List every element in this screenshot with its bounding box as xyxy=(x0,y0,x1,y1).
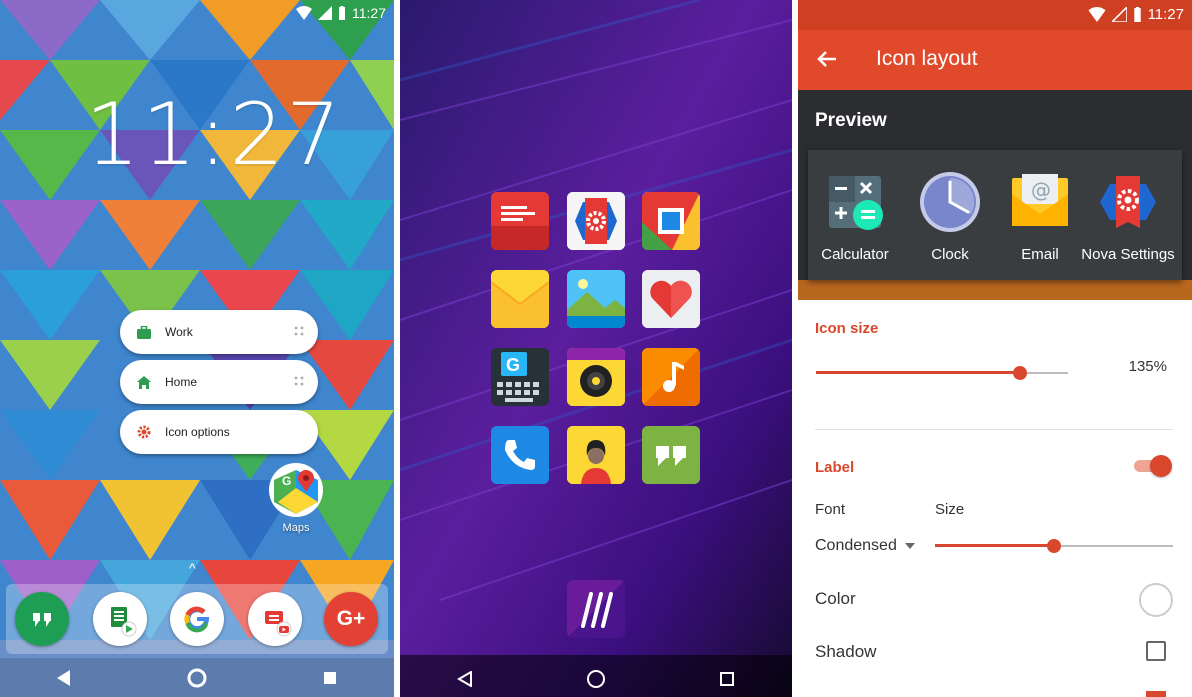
recents-icon[interactable] xyxy=(323,671,337,685)
dropdown-arrow-icon xyxy=(904,543,915,549)
wifi-icon xyxy=(1087,7,1106,22)
preview-app-label: Clock xyxy=(931,246,969,263)
status-time: 11:27 xyxy=(352,5,386,21)
label-size-slider-thumb[interactable] xyxy=(1047,539,1061,553)
gboard-app-icon[interactable]: G xyxy=(491,348,549,406)
home-icon xyxy=(135,373,153,391)
icon-pack-screen: G xyxy=(400,0,792,697)
nav-bar xyxy=(0,658,394,697)
shortcut-label: Home xyxy=(165,375,198,389)
home-screen: 11:27 11:27 Work Home Icon options G Map… xyxy=(0,0,394,697)
home-nav-icon[interactable] xyxy=(586,669,606,689)
divider xyxy=(815,429,1173,430)
home-nav-icon[interactable] xyxy=(186,667,208,689)
chrome-app-icon[interactable] xyxy=(642,192,700,250)
shortcut-label: Icon options xyxy=(165,425,230,439)
back-arrow-icon[interactable] xyxy=(816,48,838,70)
wifi-icon xyxy=(296,6,312,20)
page-title: Icon layout xyxy=(876,47,978,70)
maps-label: Maps xyxy=(282,522,310,534)
files-app-icon[interactable] xyxy=(491,192,549,250)
hangouts-app-icon[interactable] xyxy=(642,426,700,484)
gear-icon xyxy=(135,423,153,441)
next-row-checkbox-partial[interactable] xyxy=(1146,691,1166,697)
briefcase-icon xyxy=(135,323,153,341)
drag-handle-icon[interactable] xyxy=(294,376,304,386)
font-dropdown-value: Condensed xyxy=(815,537,897,554)
icon-size-value: 135% xyxy=(1128,358,1167,375)
preview-title: Preview xyxy=(815,110,887,131)
gallery-app-icon[interactable] xyxy=(567,270,625,328)
shortcut-icon-options[interactable]: Icon options xyxy=(120,410,318,454)
recents-icon[interactable] xyxy=(719,671,735,687)
hangouts-icon[interactable] xyxy=(15,592,69,646)
svg-text:G: G xyxy=(282,474,291,488)
app-drawer-arrow-icon[interactable]: ^ xyxy=(189,560,196,576)
status-time: 11:27 xyxy=(1147,6,1184,23)
shadow-label: Shadow xyxy=(815,642,877,661)
preview-card: Calculator Clock @ Email Nova Settings xyxy=(808,150,1182,280)
shortcut-work[interactable]: Work xyxy=(120,310,318,354)
calculator-icon xyxy=(829,176,883,230)
nova-settings-app-icon[interactable] xyxy=(567,192,625,250)
drag-handle-icon[interactable] xyxy=(294,326,304,336)
google-icon[interactable] xyxy=(170,592,224,646)
battery-icon xyxy=(1133,7,1141,22)
color-label: Color xyxy=(815,589,856,608)
health-app-icon[interactable] xyxy=(642,270,700,328)
back-icon[interactable] xyxy=(456,670,473,687)
music-app-icon[interactable] xyxy=(642,348,700,406)
email-app-icon[interactable] xyxy=(491,270,549,328)
preview-panel: Preview Calculator Clock @ Email Nova Se… xyxy=(798,90,1192,300)
battery-icon xyxy=(339,6,345,20)
contacts-app-icon[interactable] xyxy=(567,426,625,484)
app-bar: Icon layout xyxy=(798,30,1192,90)
camera-app-icon[interactable] xyxy=(567,348,625,406)
cell-signal-icon xyxy=(318,6,332,20)
nav-bar xyxy=(400,660,792,697)
icon-size-slider-thumb[interactable] xyxy=(1013,366,1027,380)
preview-wallpaper-strip xyxy=(798,280,1192,300)
label-section-title: Label xyxy=(815,459,855,476)
preview-app-label: Email xyxy=(1021,246,1059,263)
svg-text:G: G xyxy=(506,355,520,375)
label-size-fill xyxy=(935,544,1054,547)
google-plus-icon[interactable]: G+ xyxy=(324,592,378,646)
icon-size-fill xyxy=(816,371,1020,374)
icon-layout-settings: 11:27 Icon layout Preview Calculator Clo… xyxy=(798,0,1192,697)
cell-signal-icon xyxy=(1111,7,1127,22)
label-toggle-thumb[interactable] xyxy=(1150,455,1172,477)
font-label: Font xyxy=(815,501,846,518)
email-icon: @ xyxy=(1012,174,1068,226)
status-bar: 11:27 xyxy=(296,0,394,26)
shortcut-home[interactable]: Home xyxy=(120,360,318,404)
shortcut-label: Work xyxy=(165,325,193,339)
color-swatch[interactable] xyxy=(1139,583,1173,617)
phone-app-icon[interactable] xyxy=(491,426,549,484)
clock-widget[interactable]: 11:27 xyxy=(85,85,343,185)
status-bar: 11:27 xyxy=(798,0,1192,30)
youtube-creator-icon[interactable] xyxy=(248,592,302,646)
preview-app-label: Calculator xyxy=(821,246,889,263)
clock-icon xyxy=(920,172,980,232)
svg-text:@: @ xyxy=(1031,178,1051,202)
maps-icon[interactable]: G xyxy=(268,462,324,518)
app-drawer-icon[interactable] xyxy=(567,580,625,638)
nova-settings-icon xyxy=(1100,176,1156,228)
font-dropdown[interactable]: Condensed xyxy=(815,537,915,555)
back-icon[interactable] xyxy=(57,669,71,686)
size-label: Size xyxy=(935,501,965,518)
shadow-checkbox[interactable] xyxy=(1146,641,1166,661)
preview-app-label: Nova Settings xyxy=(1081,246,1175,263)
sheets-icon[interactable] xyxy=(93,592,147,646)
icon-size-label: Icon size xyxy=(815,320,879,337)
